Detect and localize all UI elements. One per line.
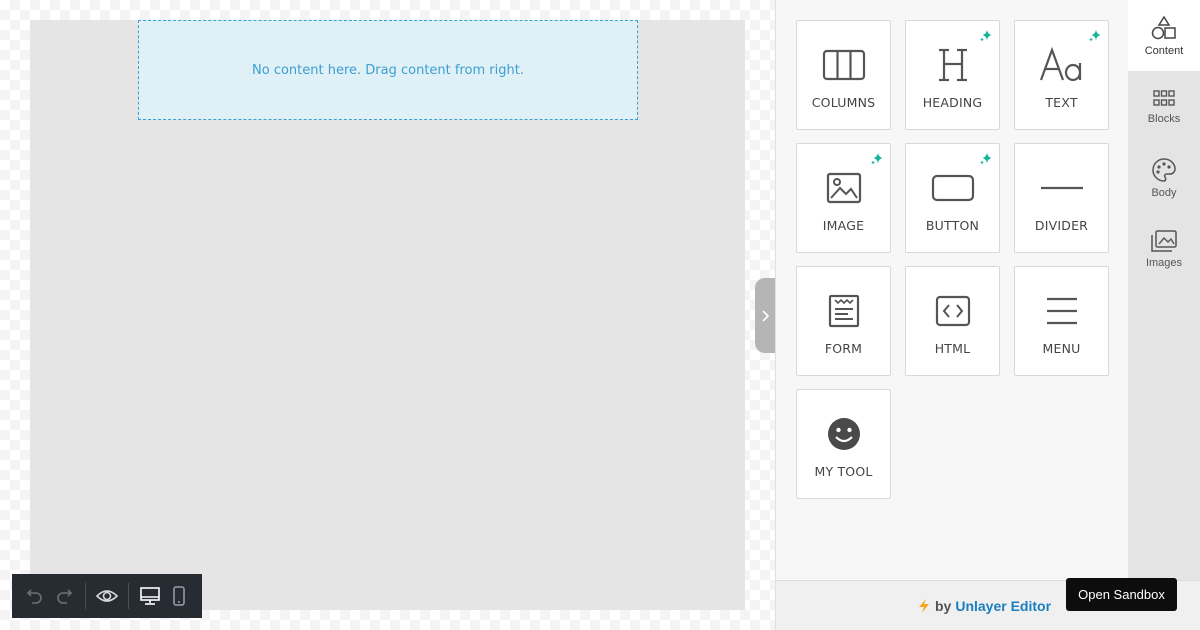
tab-body[interactable]: Body [1128,142,1200,213]
tool-label: MENU [1042,341,1081,356]
shapes-icon [1151,15,1176,39]
preview-button[interactable] [92,581,122,611]
undo-icon [26,589,42,604]
toolbar-divider [85,583,87,609]
tool-divider[interactable]: DIVIDER [1014,143,1109,253]
tab-label: Images [1145,256,1183,269]
redo-button[interactable] [50,581,80,611]
divider-icon [1040,186,1083,190]
collapse-panel-handle[interactable] [755,278,775,353]
redo-icon [57,589,73,604]
tool-label: HEADING [922,95,983,110]
tool-label: IMAGE [822,218,865,233]
tool-label: COLUMNS [811,95,876,110]
tool-label: DIVIDER [1034,218,1089,233]
images-icon [1151,229,1177,252]
tab-label: Blocks [1147,112,1181,125]
tool-label: MY TOOL [814,464,873,479]
tool-columns[interactable]: COLUMNS [796,20,891,130]
grid-icon [1153,89,1175,106]
tab-blocks[interactable]: Blocks [1128,71,1200,142]
columns-icon [822,49,865,81]
mobile-view-button[interactable] [164,581,194,611]
tool-text[interactable]: TEXT [1014,20,1109,130]
lightning-icon [919,599,929,613]
content-panel: COLUMNS HEADING TEXT IMAGE BUTTON DIVIDE… [775,0,1128,580]
right-sidebar: Content Blocks Body Images [1128,0,1200,580]
sparkle-icon [980,153,992,165]
brand-by: by [935,598,952,614]
toolbar-divider [127,583,129,609]
chevron-right-icon [762,309,770,322]
tool-label: FORM [824,341,863,356]
tool-my-tool[interactable]: MY TOOL [796,389,891,499]
desktop-icon [139,587,160,605]
tool-label: TEXT [1045,95,1078,110]
tool-label: HTML [934,341,971,356]
undo-button[interactable] [20,581,50,611]
heading-icon [938,48,967,82]
mobile-icon [173,586,185,606]
tool-form[interactable]: FORM [796,266,891,376]
tab-label: Body [1151,186,1177,199]
tab-images[interactable]: Images [1128,213,1200,284]
bottom-toolbar [12,574,202,618]
tool-html[interactable]: HTML [905,266,1000,376]
image-icon [826,172,861,204]
eye-icon [95,590,119,602]
email-body[interactable]: No content here. Drag content from right… [30,20,745,610]
dropzone-message: No content here. Drag content from right… [252,62,524,78]
open-sandbox-button[interactable]: Open Sandbox [1066,578,1177,611]
smiley-icon [827,418,860,450]
menu-icon [1046,297,1077,325]
text-icon [1039,47,1081,82]
sparkle-icon [871,153,883,165]
brand-name: Unlayer Editor [955,598,1052,614]
editor-canvas: No content here. Drag content from right… [0,0,775,630]
brand-credit[interactable]: by Unlayer Editor [917,598,1051,614]
tab-label: Content [1144,44,1184,57]
palette-icon [1152,157,1176,182]
tool-button[interactable]: BUTTON [905,143,1000,253]
tool-image[interactable]: IMAGE [796,143,891,253]
tool-label: BUTTON [925,218,980,233]
button-icon [931,174,974,202]
desktop-view-button[interactable] [135,581,165,611]
empty-dropzone[interactable]: No content here. Drag content from right… [138,20,638,120]
html-icon [935,295,970,327]
form-icon [828,294,859,328]
sparkle-icon [980,30,992,42]
tab-content[interactable]: Content [1128,0,1200,71]
tool-heading[interactable]: HEADING [905,20,1000,130]
sparkle-icon [1089,30,1101,42]
tool-menu[interactable]: MENU [1014,266,1109,376]
